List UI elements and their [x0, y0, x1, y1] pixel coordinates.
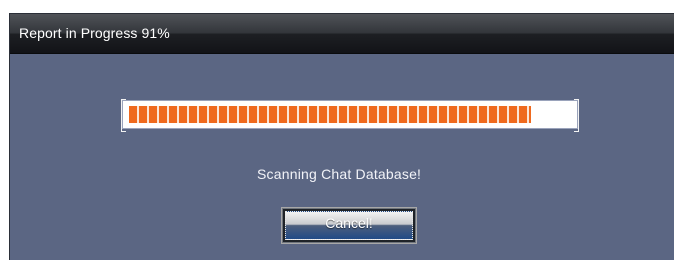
- progress-bar: [121, 99, 579, 132]
- status-text: Scanning Chat Database!: [257, 166, 422, 182]
- cancel-button[interactable]: Cancel!: [281, 207, 417, 244]
- progress-segments: [129, 106, 531, 123]
- title-bar: Report in Progress 91%: [10, 14, 674, 54]
- progress-dialog: Report in Progress 91% Scanning Chat Dat…: [10, 14, 674, 260]
- dialog-title: Report in Progress 91%: [19, 25, 170, 41]
- progress-bar-fill: [129, 106, 531, 123]
- screen: Report in Progress 91% Scanning Chat Dat…: [0, 0, 674, 260]
- cancel-button-label: Cancel!: [325, 215, 373, 231]
